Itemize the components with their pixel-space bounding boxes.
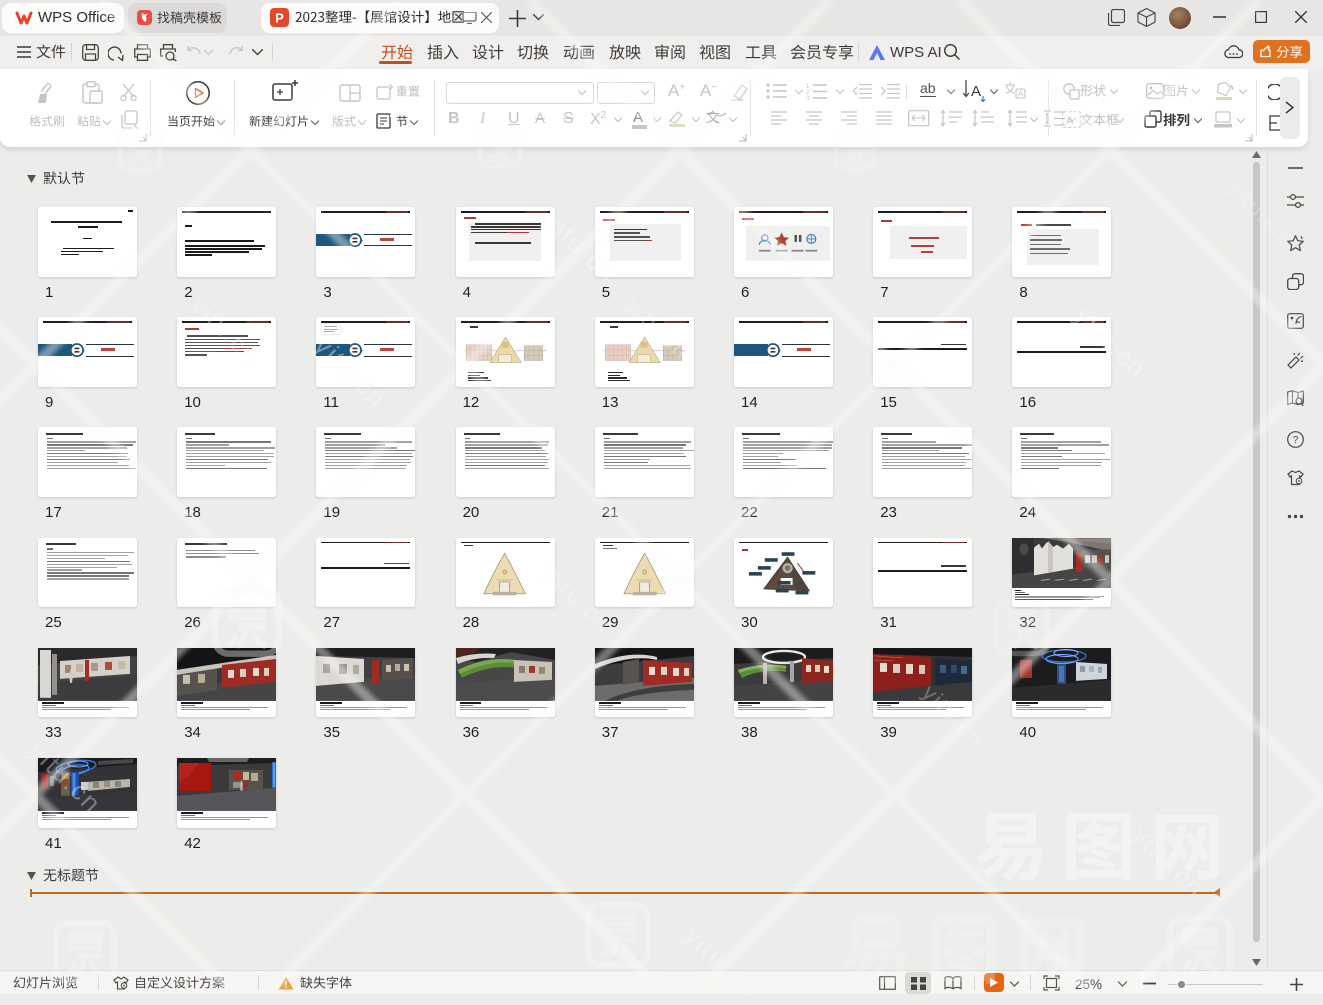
svg-text:A: A (971, 83, 981, 100)
svg-text:A: A (1018, 90, 1024, 99)
svg-text:P: P (275, 11, 284, 26)
svg-text:3: 3 (806, 96, 810, 100)
svg-text:?: ? (1293, 435, 1299, 446)
svg-text:A: A (1066, 115, 1074, 127)
